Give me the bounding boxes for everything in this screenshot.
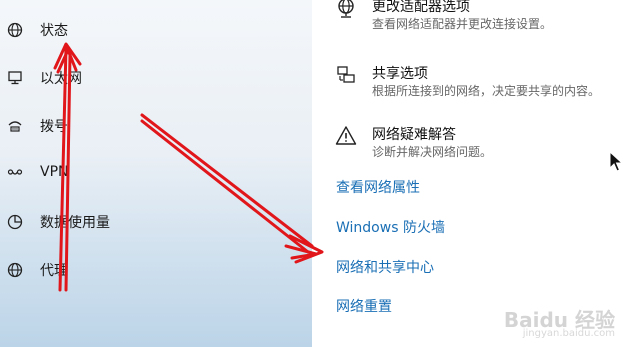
- settings-sidebar: 状态 以太网 拨号 VPN 数据使用量 代理: [0, 0, 312, 347]
- ethernet-monitor-icon: [6, 69, 24, 87]
- sidebar-item-label: 代理: [40, 263, 68, 279]
- sidebar-item-proxy[interactable]: 代理: [0, 252, 300, 288]
- setting-title: 网络疑难解答: [372, 127, 456, 143]
- sidebar-item-label: 以太网: [40, 71, 82, 87]
- sharing-options[interactable]: 共享选项 根据所连接到的网络，决定要共享的内容。: [334, 63, 619, 103]
- sharing-icon: [334, 63, 358, 87]
- sidebar-item-vpn[interactable]: VPN: [0, 156, 300, 192]
- sidebar-item-label: 状态: [40, 23, 68, 39]
- adapter-globe-icon: [334, 0, 358, 20]
- sidebar-item-label: 数据使用量: [40, 215, 110, 231]
- change-adapter-options[interactable]: 更改适配器选项 查看网络适配器并更改连接设置。: [334, 0, 619, 36]
- mouse-pointer-icon: [609, 151, 623, 172]
- sidebar-item-label: VPN: [40, 164, 69, 180]
- setting-title: 更改适配器选项: [372, 0, 470, 15]
- windows-firewall-link[interactable]: Windows 防火墙: [336, 217, 445, 237]
- setting-description: 根据所连接到的网络，决定要共享的内容。: [372, 84, 601, 98]
- setting-description: 查看网络适配器并更改连接设置。: [372, 17, 553, 31]
- setting-description: 诊断并解决网络问题。: [372, 145, 493, 159]
- dialup-icon: [6, 117, 24, 135]
- sidebar-item-data-usage[interactable]: 数据使用量: [0, 204, 300, 240]
- data-usage-icon: [6, 213, 24, 231]
- proxy-globe-icon: [6, 261, 24, 279]
- sidebar-item-ethernet[interactable]: 以太网: [0, 60, 300, 96]
- sidebar-item-status[interactable]: 状态: [0, 12, 300, 48]
- status-globe-icon: [6, 21, 24, 39]
- baidu-watermark: Baidu 经验 jingyan.baidu.com: [503, 308, 615, 341]
- watermark-brand: Baidu 经验: [503, 308, 615, 332]
- view-network-properties-link[interactable]: 查看网络属性: [336, 177, 420, 197]
- setting-title: 共享选项: [372, 66, 428, 82]
- settings-content: 更改适配器选项 查看网络适配器并更改连接设置。 共享选项 根据所连接到的网络，决…: [312, 0, 623, 347]
- sidebar-item-dialup[interactable]: 拨号: [0, 108, 300, 144]
- sidebar-item-label: 拨号: [40, 119, 68, 135]
- warning-icon: [334, 124, 358, 148]
- vpn-icon: [6, 165, 24, 183]
- network-troubleshooter[interactable]: 网络疑难解答 诊断并解决网络问题。: [334, 124, 619, 164]
- network-sharing-center-link[interactable]: 网络和共享中心: [336, 257, 434, 277]
- network-reset-link[interactable]: 网络重置: [336, 296, 392, 316]
